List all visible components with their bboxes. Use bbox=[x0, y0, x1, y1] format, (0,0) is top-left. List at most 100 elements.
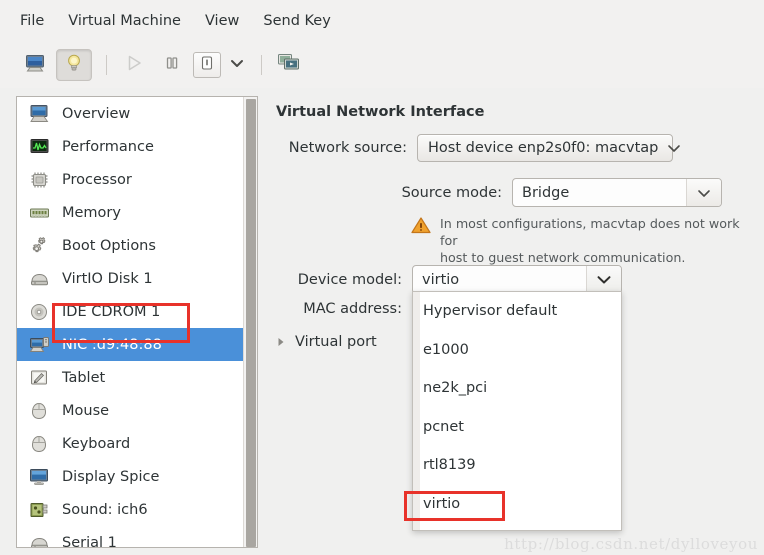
menu-view[interactable]: View bbox=[205, 13, 239, 29]
sidebar-item-label: Boot Options bbox=[62, 237, 156, 254]
sidebar-item-tablet[interactable]: Tablet bbox=[17, 361, 245, 394]
mouse-icon bbox=[29, 401, 51, 421]
chevron-down-icon bbox=[229, 57, 245, 73]
cdrom-disc-icon bbox=[29, 302, 51, 322]
sidebar-item-memory[interactable]: Memory bbox=[17, 196, 245, 229]
show-console-button[interactable] bbox=[18, 50, 52, 80]
sidebar-scrollbar-thumb[interactable] bbox=[246, 99, 256, 547]
menu-file[interactable]: File bbox=[20, 13, 44, 29]
pause-bars-icon bbox=[162, 53, 182, 77]
sidebar-item-label: Keyboard bbox=[62, 435, 131, 452]
network-source-label: Network source: bbox=[288, 140, 407, 156]
shutdown-power-icon bbox=[200, 55, 214, 75]
source-mode-combo[interactable]: Bridge bbox=[512, 178, 722, 207]
sidebar-item-virtio-disk-1[interactable]: VirtIO Disk 1 bbox=[17, 262, 245, 295]
sidebar-item-serial-1[interactable]: Serial 1 bbox=[17, 526, 245, 548]
sidebar-item-display-spice[interactable]: Display Spice bbox=[17, 460, 245, 493]
sidebar-item-label: NIC :d9:48:88 bbox=[62, 336, 162, 353]
sidebar-item-label: VirtIO Disk 1 bbox=[62, 270, 153, 287]
sidebar-item-keyboard[interactable]: Keyboard bbox=[17, 427, 245, 460]
chevron-down-icon bbox=[667, 143, 681, 153]
menu-send-key[interactable]: Send Key bbox=[263, 13, 330, 29]
warning-triangle-icon bbox=[410, 215, 432, 239]
watermark-text: http://blog.csdn.net/dylloveyou bbox=[504, 535, 758, 553]
dropdown-option-e1000[interactable]: e1000 bbox=[413, 331, 621, 370]
keyboard-icon bbox=[29, 434, 51, 454]
source-mode-label: Source mode: bbox=[401, 184, 502, 201]
sidebar-item-performance[interactable]: Performance bbox=[17, 130, 245, 163]
device-model-label: Device model: bbox=[297, 271, 402, 288]
sidebar-item-label: Memory bbox=[62, 204, 121, 221]
screens-fullscreen-icon bbox=[277, 53, 301, 77]
pause-vm-button[interactable] bbox=[155, 50, 189, 80]
sidebar-item-nic[interactable]: NIC :d9:48:88 bbox=[17, 328, 245, 361]
shutdown-options-button[interactable] bbox=[225, 51, 249, 79]
computer-monitor-icon bbox=[29, 104, 51, 124]
performance-graph-icon bbox=[29, 137, 51, 157]
device-model-value: virtio bbox=[422, 271, 460, 288]
device-model-row: Device model: virtio bbox=[262, 265, 662, 294]
show-details-button[interactable] bbox=[56, 49, 92, 81]
content-area: Overview Performance Processor Memory Bo… bbox=[0, 88, 764, 555]
mac-address-label: MAC address: bbox=[303, 301, 402, 317]
dropdown-option-rtl8139[interactable]: rtl8139 bbox=[413, 446, 621, 485]
hard-disk-icon bbox=[29, 269, 51, 289]
serial-port-icon bbox=[29, 533, 51, 547]
page-title: Virtual Network Interface bbox=[276, 104, 485, 120]
hardware-sidebar: Overview Performance Processor Memory Bo… bbox=[16, 96, 258, 548]
device-model-dropdown[interactable]: Hypervisor default e1000 ne2k_pci pcnet … bbox=[412, 291, 622, 531]
sidebar-item-label: Processor bbox=[62, 171, 132, 188]
play-triangle-icon bbox=[124, 53, 144, 77]
sidebar-item-mouse[interactable]: Mouse bbox=[17, 394, 245, 427]
network-source-row: Network source: Host device enp2s0f0: ma… bbox=[262, 134, 682, 162]
sidebar-scrollbar[interactable] bbox=[243, 97, 257, 547]
fullscreen-button[interactable] bbox=[272, 50, 306, 80]
chevron-down-icon[interactable] bbox=[686, 179, 721, 206]
device-model-combo[interactable]: virtio bbox=[412, 265, 622, 294]
triangle-right-icon bbox=[276, 336, 286, 348]
network-source-combo[interactable]: Host device enp2s0f0: macvtap bbox=[417, 134, 681, 162]
virtual-port-expander[interactable]: Virtual port bbox=[276, 334, 377, 350]
sidebar-item-label: Serial 1 bbox=[62, 534, 117, 548]
network-source-value: Host device enp2s0f0: macvtap bbox=[428, 140, 659, 156]
sidebar-item-processor[interactable]: Processor bbox=[17, 163, 245, 196]
run-vm-button[interactable] bbox=[117, 50, 151, 80]
sidebar-item-label: Performance bbox=[62, 138, 154, 155]
hardware-list: Overview Performance Processor Memory Bo… bbox=[17, 97, 245, 548]
virtual-port-label: Virtual port bbox=[295, 334, 377, 350]
display-screen-icon bbox=[29, 467, 51, 487]
dropdown-option-ne2k-pci[interactable]: ne2k_pci bbox=[413, 369, 621, 408]
virt-manager-window: File Virtual Machine View Send Key Overv… bbox=[0, 0, 764, 555]
sidebar-item-label: Sound: ich6 bbox=[62, 501, 148, 518]
source-mode-value: Bridge bbox=[522, 184, 570, 201]
dropdown-option-pcnet[interactable]: pcnet bbox=[413, 408, 621, 447]
sidebar-item-label: Overview bbox=[62, 105, 131, 122]
dropdown-option-virtio[interactable]: virtio bbox=[413, 485, 621, 524]
macvtap-warning-line1: In most configurations, macvtap does not… bbox=[440, 216, 740, 248]
monitor-console-icon bbox=[24, 53, 46, 77]
dropdown-option-hypervisor-default[interactable]: Hypervisor default bbox=[413, 292, 621, 331]
network-card-icon bbox=[29, 335, 51, 355]
menu-virtual-machine[interactable]: Virtual Machine bbox=[68, 13, 181, 29]
sidebar-item-boot-options[interactable]: Boot Options bbox=[17, 229, 245, 262]
sidebar-item-sound-ich6[interactable]: Sound: ich6 bbox=[17, 493, 245, 526]
tablet-pen-icon bbox=[29, 368, 51, 388]
toolbar-separator-2 bbox=[261, 55, 262, 75]
sidebar-item-label: Tablet bbox=[62, 369, 106, 386]
sidebar-item-ide-cdrom-1[interactable]: IDE CDROM 1 bbox=[17, 295, 245, 328]
sidebar-item-label: Mouse bbox=[62, 402, 110, 419]
dropdown-gutter bbox=[413, 292, 420, 530]
macvtap-warning-line2: host to guest network communication. bbox=[440, 250, 686, 265]
macvtap-warning-text: In most configurations, macvtap does not… bbox=[440, 215, 755, 266]
sidebar-item-label: IDE CDROM 1 bbox=[62, 303, 161, 320]
shutdown-vm-button[interactable] bbox=[193, 52, 221, 78]
macvtap-warning: In most configurations, macvtap does not… bbox=[410, 215, 755, 266]
cpu-chip-icon bbox=[29, 170, 51, 190]
toolbar bbox=[0, 42, 764, 88]
sidebar-item-overview[interactable]: Overview bbox=[17, 97, 245, 130]
chevron-down-icon[interactable] bbox=[586, 266, 621, 293]
sound-card-icon bbox=[29, 500, 51, 520]
menu-bar: File Virtual Machine View Send Key bbox=[0, 0, 764, 42]
source-mode-row: Source mode: Bridge bbox=[262, 178, 732, 207]
gears-icon bbox=[29, 236, 51, 256]
